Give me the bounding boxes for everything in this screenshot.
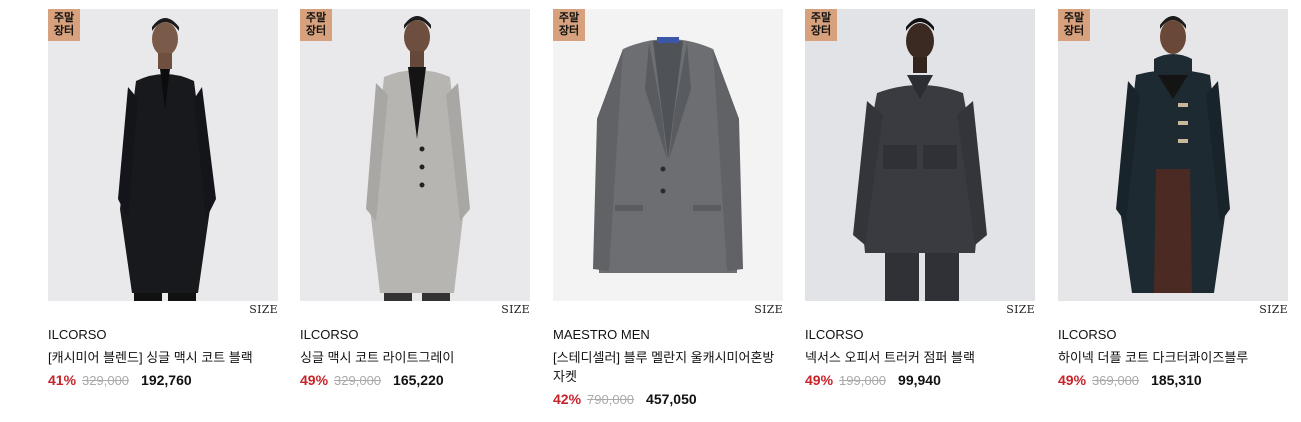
sale-price: 165,220	[393, 372, 444, 388]
product-brand[interactable]: ILCORSO	[300, 327, 530, 342]
discount-rate: 42%	[553, 391, 582, 407]
product-image[interactable]: 주말 장터	[1058, 9, 1288, 301]
sale-price: 192,760	[141, 372, 192, 388]
discount-rate: 49%	[300, 372, 329, 388]
size-button[interactable]: SIZE	[754, 303, 783, 316]
size-button[interactable]: SIZE	[1259, 303, 1288, 316]
original-price: 329,000	[334, 373, 382, 388]
badge-text-2: 장터	[53, 25, 75, 37]
weekend-market-badge: 주말 장터	[1058, 9, 1090, 41]
weekend-market-badge: 주말 장터	[553, 9, 585, 41]
product-card[interactable]: 주말 장터 SIZE ILCORSO 싱글 맥시 코트 라이트그레이 49% 3…	[300, 9, 530, 388]
discount-rate: 49%	[805, 372, 834, 388]
sale-price: 185,310	[1151, 372, 1202, 388]
badge-text-1: 주말	[1063, 12, 1085, 24]
product-image-black-coat	[48, 9, 278, 301]
product-card[interactable]: 주말 장터 SIZE MAESTRO MEN [스테디셀러] 블루 멜란지 울캐…	[553, 9, 783, 407]
product-brand[interactable]: ILCORSO	[805, 327, 1035, 342]
size-button[interactable]: SIZE	[249, 303, 278, 316]
product-image-blazer	[553, 9, 783, 301]
product-grid: 주말 장터 SIZE ILCORSO [캐시미어 블렌드] 싱글 맥시 코트 블…	[0, 0, 1301, 422]
badge-text-1: 주말	[305, 12, 327, 24]
product-image[interactable]: 주말 장터	[48, 9, 278, 301]
weekend-market-badge: 주말 장터	[300, 9, 332, 41]
product-card[interactable]: 주말 장터 SIZE ILCORSO [캐시미어 블렌드] 싱글 맥시 코트 블…	[48, 9, 278, 388]
badge-text-1: 주말	[558, 12, 580, 24]
original-price: 369,000	[1092, 373, 1140, 388]
price-row: 49% 369,000 185,310	[1058, 372, 1288, 388]
badge-text-2: 장터	[558, 25, 580, 37]
product-image[interactable]: 주말 장터	[805, 9, 1035, 301]
product-image-trucker-jacket	[805, 9, 1035, 301]
sale-price: 99,940	[898, 372, 941, 388]
price-row: 49% 329,000 165,220	[300, 372, 530, 388]
product-name[interactable]: [스테디셀러] 블루 멜란지 울캐시미어혼방 자켓	[553, 348, 783, 386]
discount-rate: 41%	[48, 372, 77, 388]
product-name[interactable]: 싱글 맥시 코트 라이트그레이	[300, 348, 530, 367]
product-image-duffle-coat	[1058, 9, 1288, 301]
badge-text-2: 장터	[305, 25, 327, 37]
original-price: 790,000	[587, 392, 635, 407]
sale-price: 457,050	[646, 391, 697, 407]
price-row: 49% 199,000 99,940	[805, 372, 1035, 388]
weekend-market-badge: 주말 장터	[48, 9, 80, 41]
discount-rate: 49%	[1058, 372, 1087, 388]
product-card[interactable]: 주말 장터 SIZE ILCORSO 하이넥 더플 코트 다크터콰이즈블루 49…	[1058, 9, 1288, 388]
original-price: 199,000	[839, 373, 887, 388]
badge-text-2: 장터	[810, 25, 832, 37]
product-brand[interactable]: MAESTRO MEN	[553, 327, 783, 342]
product-card[interactable]: 주말 장터 SIZE ILCORSO 넥서스 오피서 트러커 점퍼 블랙 49%…	[805, 9, 1035, 388]
size-button[interactable]: SIZE	[501, 303, 530, 316]
product-brand[interactable]: ILCORSO	[1058, 327, 1288, 342]
product-image[interactable]: 주말 장터	[553, 9, 783, 301]
badge-text-2: 장터	[1063, 25, 1085, 37]
badge-text-1: 주말	[810, 12, 832, 24]
product-image-grey-coat	[300, 9, 530, 301]
badge-text-1: 주말	[53, 12, 75, 24]
price-row: 42% 790,000 457,050	[553, 391, 783, 407]
product-name[interactable]: [캐시미어 블렌드] 싱글 맥시 코트 블랙	[48, 348, 278, 367]
product-image[interactable]: 주말 장터	[300, 9, 530, 301]
price-row: 41% 329,000 192,760	[48, 372, 278, 388]
weekend-market-badge: 주말 장터	[805, 9, 837, 41]
original-price: 329,000	[82, 373, 130, 388]
product-brand[interactable]: ILCORSO	[48, 327, 278, 342]
size-button[interactable]: SIZE	[1006, 303, 1035, 316]
product-name[interactable]: 하이넥 더플 코트 다크터콰이즈블루	[1058, 348, 1288, 367]
product-name[interactable]: 넥서스 오피서 트러커 점퍼 블랙	[805, 348, 1035, 367]
